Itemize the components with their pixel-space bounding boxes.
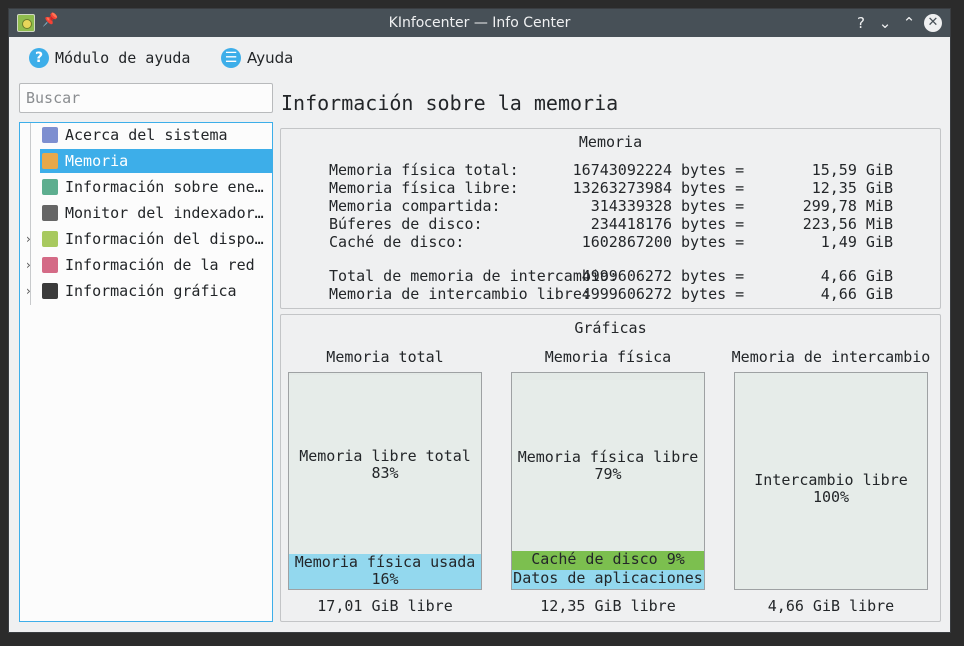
- memory-row: Memoria de intercambio libre: 4999606272 b…: [329, 285, 899, 303]
- battery-icon: [42, 179, 58, 195]
- sidebar-item-device[interactable]: › Información del dispositivo: [20, 227, 272, 251]
- sidebar-item-label: Información de la red: [65, 256, 255, 274]
- chart-segment: Datos de aplicaciones9%: [512, 570, 704, 589]
- memory-row-human: 4,66 GiB: [820, 285, 893, 303]
- memory-row-human: 15,59 GiB: [811, 161, 893, 179]
- sidebar-item-label: Información sobre energía: [65, 178, 267, 196]
- expand-arrow-icon[interactable]: ›: [26, 232, 36, 246]
- memory-chart: Intercambio libre 100%: [734, 372, 928, 590]
- chart-segment-label: Intercambio libre 100%: [754, 471, 908, 506]
- memory-row-bytes: 4999606272: [581, 267, 672, 285]
- chart-segment: Intercambio libre 100%: [735, 373, 927, 589]
- app-window: 📌 KInfocenter — Info Center ? ⌄ ⌃ ✕ ? Mó…: [8, 8, 951, 633]
- chart-footer: 17,01 GiB libre: [317, 597, 453, 615]
- help-menu-button[interactable]: ☰ Ayuda: [221, 47, 293, 69]
- memory-row-bytes: 16743092224: [572, 161, 672, 179]
- expand-arrow-icon[interactable]: ›: [26, 284, 36, 298]
- memory-row: Búferes de disco: 234418176 bytes = 223,56 …: [329, 215, 899, 233]
- chart-segment-label: Memoria libre total: [299, 447, 471, 465]
- chart-segment-percent: 79%: [594, 465, 622, 483]
- sidebar-item-label: Información del dispositivo: [65, 230, 267, 248]
- menu-icon: ☰: [221, 48, 241, 68]
- chart-segment-percent: 16%: [371, 570, 399, 588]
- memory-row: Total de memoria de intercambio: 49996062…: [329, 267, 899, 285]
- sidebar-item-label: Acerca del sistema: [65, 126, 228, 144]
- chart-segment: Memoria física usada 16%: [289, 554, 481, 589]
- memory-row-bytes: 13263273984: [572, 179, 672, 197]
- memory-row-human: 4,66 GiB: [820, 267, 893, 285]
- graphics-icon: [42, 283, 58, 299]
- graphs-group-title: Gráficas: [574, 319, 647, 337]
- memory-row-bytes: 1602867200: [581, 233, 672, 251]
- chart-segment-label: Datos de aplicaciones: [513, 570, 703, 587]
- memory-row: Memoria física total: 16743092224 bytes = 1…: [329, 161, 899, 179]
- chart-segment-label: Caché de disco 9%: [531, 551, 685, 568]
- module-tree: Acerca del sistema Memoria Información sob…: [19, 122, 273, 622]
- memory-group-title: Memoria: [578, 133, 643, 151]
- maximize-button[interactable]: ⌃: [898, 12, 920, 34]
- page-title: Información sobre la memoria: [281, 91, 619, 115]
- graphs-group: Gráficas Memoria total Memoria física usa…: [280, 314, 941, 622]
- memory-row-bytes: 234418176: [590, 215, 672, 233]
- memory-group: Memoria Memoria física total: 16743092224…: [280, 128, 941, 309]
- titlebar[interactable]: 📌 KInfocenter — Info Center ? ⌄ ⌃ ✕: [9, 9, 950, 37]
- sidebar-item-network[interactable]: › Información de la red: [20, 253, 272, 277]
- memory-row: Caché de disco: 1602867200 bytes = 1,49 GiB: [329, 233, 899, 251]
- window-title: KInfocenter — Info Center: [388, 15, 571, 31]
- memory-icon: [42, 153, 58, 169]
- context-help-button[interactable]: ?: [850, 12, 872, 34]
- chart-segment-percent: 9%: [512, 587, 704, 590]
- search-input[interactable]: [19, 83, 273, 113]
- device-icon: [42, 231, 58, 247]
- memory-row-human: 12,35 GiB: [811, 179, 893, 197]
- memory-chart: Memoria física usada 16% Memoria libre tot…: [288, 372, 482, 590]
- memory-row-human: 1,49 GiB: [820, 233, 893, 251]
- sidebar-item-battery[interactable]: Información sobre energía: [20, 175, 272, 199]
- chart-footer: 4,66 GiB libre: [767, 597, 895, 615]
- sidebar-item-graphics[interactable]: › Información gráfica: [20, 279, 272, 303]
- network-icon: [42, 257, 58, 273]
- expand-arrow-icon[interactable]: ›: [26, 258, 36, 272]
- memory-row: Memoria compartida: 314339328 bytes = 299,7…: [329, 197, 899, 215]
- module-help-label: Módulo de ayuda: [55, 49, 191, 67]
- info-icon: [42, 127, 58, 143]
- chart-segment-percent: 83%: [371, 464, 399, 482]
- chart-segment: Memoria libre total 83%: [289, 375, 481, 554]
- close-button[interactable]: ✕: [924, 14, 942, 32]
- sidebar-item-memory[interactable]: Memoria: [20, 149, 272, 173]
- chart-title: Memoria de intercambio: [731, 348, 931, 366]
- toolbar: ? Módulo de ayuda ☰ Ayuda: [9, 37, 950, 77]
- help-icon: ?: [29, 48, 49, 68]
- sidebar-item-label: Información gráfica: [65, 282, 237, 300]
- chart-title: Memoria física: [544, 348, 672, 366]
- sidebar-item-label: Monitor del indexador de archivos: [65, 204, 267, 222]
- sidebar-item-info[interactable]: Acerca del sistema: [20, 123, 272, 147]
- help-label: Ayuda: [247, 49, 294, 67]
- chart-segment: Memoria física libre 79%: [512, 380, 704, 551]
- chart-title: Memoria total: [326, 348, 444, 366]
- memory-row-human: 223,56 MiB: [802, 215, 893, 233]
- chart-segment-label: Memoria física usada: [294, 554, 476, 571]
- module-help-button[interactable]: ? Módulo de ayuda: [29, 47, 190, 69]
- memory-row-human: 299,78 MiB: [802, 197, 893, 215]
- chart-segment: Caché de disco 9%: [512, 551, 704, 570]
- chart-segment-label: Memoria física libre: [517, 448, 699, 466]
- minimize-button[interactable]: ⌄: [874, 12, 896, 34]
- memory-row-bytes: 314339328: [590, 197, 672, 215]
- sidebar-item-search[interactable]: Monitor del indexador de archivos: [20, 201, 272, 225]
- memory-row-bytes: 4999606272: [581, 285, 672, 303]
- search-icon: [42, 205, 58, 221]
- memory-chart: Datos de aplicaciones9% Caché de disco 9%…: [511, 372, 705, 590]
- sidebar-item-label: Memoria: [65, 152, 129, 170]
- chart-footer: 12,35 GiB libre: [540, 597, 676, 615]
- memory-row: Memoria física libre: 13263273984 bytes = 1…: [329, 179, 899, 197]
